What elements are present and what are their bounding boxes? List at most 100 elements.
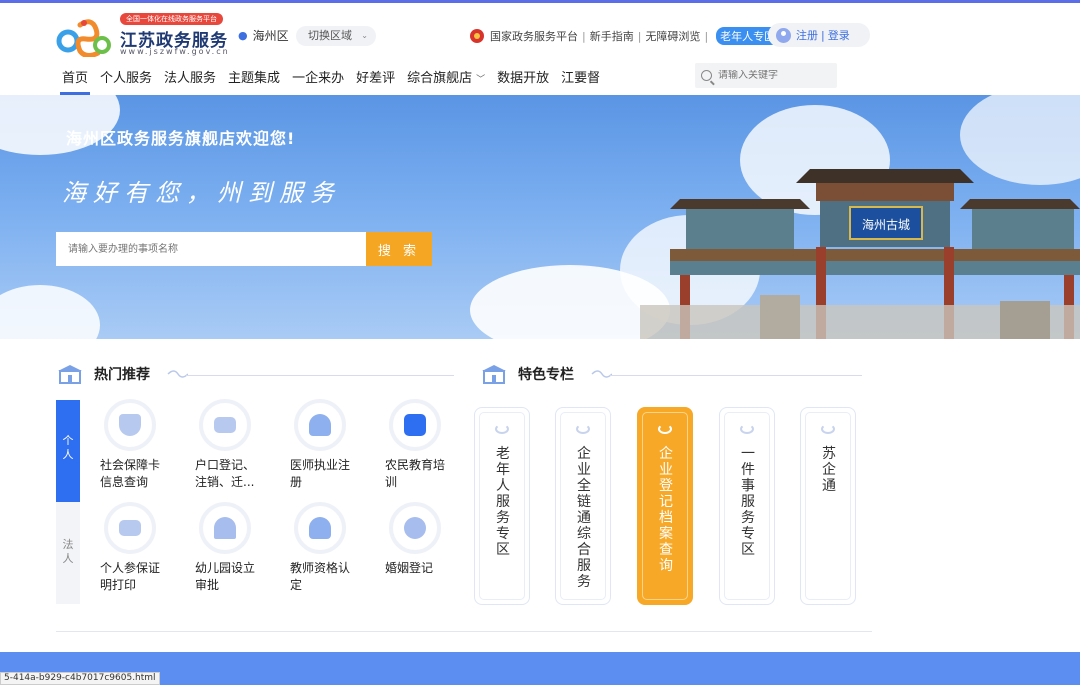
current-region: ● 海州区 (238, 27, 289, 44)
separator: | (704, 29, 709, 43)
switch-region-dropdown[interactable]: 切换区域 ⌄ (296, 26, 376, 46)
service-item[interactable]: 医师执业注册 (290, 399, 380, 491)
banner-search-button[interactable]: 搜 索 (366, 232, 432, 266)
featured-item[interactable]: 苏企通 (800, 407, 856, 605)
id-card-icon (199, 399, 251, 451)
location-pin-icon: ● (238, 29, 248, 42)
service-label: 婚姻登记 (385, 561, 434, 575)
school-icon (199, 502, 251, 554)
cloud-decoration (0, 285, 100, 339)
service-label: 户口登记、 注销、迁... (195, 458, 256, 489)
banner-search-input[interactable] (56, 232, 366, 266)
featured-label: 老年人服务专区 (496, 446, 510, 558)
service-label: 个人参保证 明打印 (100, 561, 161, 592)
service-label: 社会保障卡 信息查询 (100, 458, 161, 489)
featured-item-highlighted[interactable]: 企业登记档案查询 (637, 407, 693, 605)
tab-legal[interactable]: 法 人 (56, 502, 80, 604)
hot-tabs: 个 人 法 人 (56, 400, 80, 604)
featured-title-line (610, 375, 862, 376)
tab-personal-char: 个 (62, 434, 74, 447)
service-item[interactable]: 社会保障卡 信息查询 (100, 399, 190, 491)
header-search-input[interactable] (718, 70, 828, 81)
featured-label: 苏企通 (822, 446, 836, 494)
logo-url: www.jszwfw.gov.cn (120, 47, 230, 56)
user-avatar-icon (776, 27, 791, 43)
teacher-icon (294, 502, 346, 554)
nav-flagship-label: 综合旗舰店 (407, 71, 473, 86)
nav-enterprise[interactable]: 一企来办 (286, 63, 350, 95)
hot-title-line (186, 375, 454, 376)
building-icon (58, 365, 82, 384)
swirl-icon (740, 424, 754, 434)
site-logo[interactable]: 全国一体化在线政务服务平台 江苏政务服务 www.jszwfw.gov.cn (56, 13, 228, 61)
service-item[interactable]: 农民教育培训 (385, 399, 475, 491)
separator: | (582, 29, 586, 43)
welcome-text: 海州区政务服务旗舰店欢迎您! (66, 129, 296, 148)
featured-label: 企业登记档案查询 (659, 446, 673, 574)
search-icon[interactable] (701, 70, 712, 81)
nav-supervision[interactable]: 江要督 (555, 63, 606, 95)
status-bar-url: 5-414a-b929-c4b7017c9605.html (0, 672, 160, 685)
service-item[interactable]: 幼儿园设立 审批 (195, 502, 285, 594)
featured-item[interactable]: 一件事服务专区 (719, 407, 775, 605)
national-emblem-icon (470, 29, 484, 43)
swirl-icon (495, 424, 509, 434)
service-label: 教师资格认定 (290, 561, 351, 592)
guide-link[interactable]: 新手指南 (590, 28, 634, 44)
service-item[interactable]: 婚姻登记 (385, 502, 475, 577)
chevron-down-icon: ⌄ (361, 31, 368, 40)
banner-search: 搜 索 (56, 232, 432, 266)
header-search (695, 63, 837, 88)
featured-item[interactable]: 老年人服务专区 (474, 407, 530, 605)
top-links: 国家政务服务平台 | 新手指南 | 无障碍浏览 | 老年人专区 (470, 27, 797, 45)
building-icon (482, 365, 506, 384)
slogan-text: 海好有您，州到服务 (62, 179, 341, 207)
hot-title-text: 热门推荐 (94, 367, 150, 383)
hot-section-title: 热门推荐 (56, 363, 150, 385)
swirl-icon (821, 424, 835, 434)
swirl-icon (576, 424, 590, 434)
logo-badge: 全国一体化在线政务服务平台 (120, 13, 223, 25)
region-name: 海州区 (252, 29, 289, 43)
nav-flagship[interactable]: 综合旗舰店 ﹀ (401, 63, 491, 95)
login-box: 注册 | 登录 (768, 23, 870, 47)
nav-personal[interactable]: 个人服务 (94, 63, 158, 95)
ancient-gate-illustration: 海州古城 (640, 169, 1080, 339)
tab-legal-char: 法 (62, 538, 74, 551)
switch-region-label: 切换区域 (308, 29, 352, 42)
tab-personal-char: 人 (62, 448, 74, 461)
chevron-down-icon: ﹀ (476, 75, 486, 85)
hero-banner: 海州区政务服务旗舰店欢迎您! 海好有您，州到服务 搜 索 海州古城 (0, 95, 1080, 339)
nav-home[interactable]: 首页 (56, 63, 94, 95)
doctor-icon (294, 399, 346, 451)
nav-open-data[interactable]: 数据开放 (491, 63, 555, 95)
service-item[interactable]: 教师资格认定 (290, 502, 380, 594)
featured-label: 企业全链通综合服务 (577, 446, 591, 590)
gate-sign-text: 海州古城 (862, 217, 910, 232)
tab-personal[interactable]: 个 人 (56, 400, 80, 502)
featured-label: 一件事服务专区 (741, 446, 755, 558)
swirl-decoration-icon (167, 370, 188, 378)
bottom-section-band (0, 652, 1080, 685)
service-item[interactable]: 户口登记、 注销、迁... (195, 399, 285, 491)
national-platform-link[interactable]: 国家政务服务平台 (490, 28, 578, 44)
service-label: 医师执业注册 (290, 458, 351, 489)
featured-item[interactable]: 企业全链通综合服务 (555, 407, 611, 605)
register-link[interactable]: 注册 (796, 27, 818, 43)
printer-icon (104, 502, 156, 554)
swirl-decoration-icon (591, 370, 612, 378)
main-nav: 首页 个人服务 法人服务 主题集成 一企来办 好差评 综合旗舰店 ﹀ 数据开放 江… (56, 63, 606, 95)
service-item[interactable]: 个人参保证 明打印 (100, 502, 190, 594)
swirl-icon (658, 424, 672, 434)
featured-section-title: 特色专栏 (480, 363, 574, 385)
login-separator: | (821, 28, 825, 42)
service-label: 幼儿园设立 审批 (195, 561, 256, 592)
nav-legal[interactable]: 法人服务 (158, 63, 222, 95)
accessible-link[interactable]: 无障碍浏览 (645, 28, 700, 44)
logo-mark-icon (56, 19, 111, 57)
login-link[interactable]: 登录 (828, 27, 850, 43)
nav-theme[interactable]: 主题集成 (222, 63, 286, 95)
service-label: 农民教育培训 (385, 458, 446, 489)
shield-icon (104, 399, 156, 451)
nav-rating[interactable]: 好差评 (350, 63, 401, 95)
